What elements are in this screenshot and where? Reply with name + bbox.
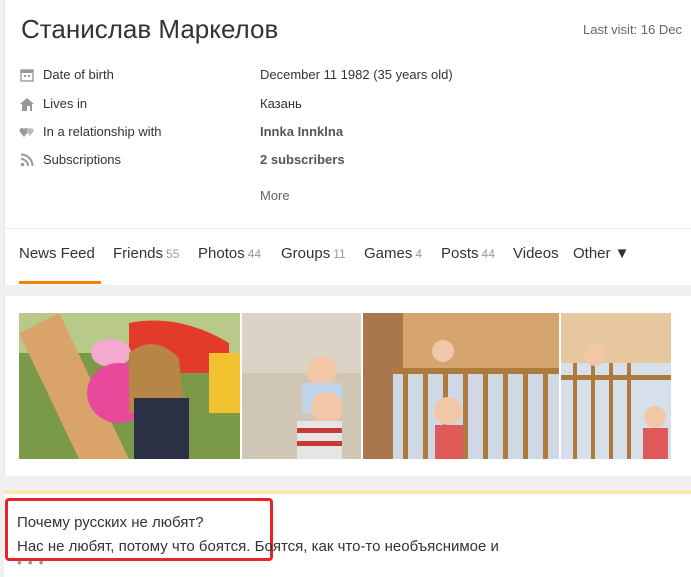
tab-label: Videos <box>513 245 559 262</box>
tab-news-feed[interactable]: News Feed <box>19 245 95 262</box>
tab-posts[interactable]: Posts 44 <box>441 245 495 262</box>
tab-label: Posts <box>441 245 479 262</box>
tab-count: 44 <box>481 247 495 261</box>
photo-thumbnail[interactable] <box>363 313 559 459</box>
post-body: Нас не любят, потому что боятся. Боятся,… <box>17 538 499 555</box>
more-dots-icon[interactable]: • • • <box>17 554 44 570</box>
photo-playground <box>19 313 240 459</box>
subscribers-link[interactable]: 2 subscribers <box>260 152 345 167</box>
tab-count: 11 <box>333 247 346 261</box>
tab-label: Games <box>364 245 413 262</box>
tab-label: Friends <box>113 245 164 262</box>
info-label: Subscriptions <box>43 152 122 167</box>
post-card[interactable]: Почему русских не любят? Нас не любят, п… <box>4 490 691 577</box>
photo-crib-2 <box>561 313 671 459</box>
photo-thumbnail[interactable] <box>561 313 671 459</box>
tab-label: Groups <box>281 245 331 262</box>
photo-crib <box>363 313 559 459</box>
info-label: In a relationship with <box>43 124 162 139</box>
tab-label: News Feed <box>19 245 95 262</box>
photo-thumbnail[interactable] <box>242 313 361 459</box>
tab-label: Other ▼ <box>573 245 630 262</box>
profile-card: Станислав Маркелов Last visit: 16 Dec Da… <box>4 0 691 285</box>
photos-strip <box>4 296 691 476</box>
photo-thumbnail[interactable] <box>19 313 240 459</box>
home-icon <box>20 98 34 111</box>
tab-count: 44 <box>247 247 262 261</box>
calendar-icon <box>20 69 34 82</box>
profile-tabs: News Feed Friends 55 Photos 44 Groups 11 Ga… <box>5 228 691 285</box>
info-value[interactable]: Казань <box>260 96 302 111</box>
last-visit-value: 16 Dec <box>640 22 682 37</box>
tab-label: Photos <box>198 245 245 262</box>
last-visit: Last visit: 16 Dec <box>583 22 682 37</box>
info-row-birth: Date of birth December 11 1982 (35 years… <box>19 66 679 86</box>
tab-groups[interactable]: Groups 11 <box>281 245 346 262</box>
info-row-city: Lives in Казань <box>19 95 679 115</box>
tab-videos[interactable]: Videos <box>513 245 559 262</box>
more-link[interactable]: More <box>260 188 290 203</box>
tab-count: 55 <box>166 247 180 261</box>
info-label: Lives in <box>43 96 88 111</box>
info-value: December 11 1982 (35 years old) <box>260 67 453 82</box>
photo-babies-room <box>242 313 361 459</box>
rss-icon <box>20 153 34 167</box>
info-row-relationship: In a relationship with Innka Innklna <box>19 123 679 143</box>
tab-friends[interactable]: Friends 55 <box>113 245 179 262</box>
info-row-subscriptions: Subscriptions 2 subscribers <box>19 151 679 171</box>
relationship-link[interactable]: Innka Innklna <box>260 124 343 139</box>
tab-other[interactable]: Other ▼ <box>573 245 630 262</box>
tab-photos[interactable]: Photos 44 <box>198 245 261 262</box>
last-visit-label: Last visit: <box>582 22 638 37</box>
active-tab-indicator <box>19 281 101 284</box>
post-title[interactable]: Почему русских не любят? <box>17 514 204 531</box>
profile-name: Станислав Маркелов <box>21 14 279 44</box>
tab-games[interactable]: Games 4 <box>364 245 422 262</box>
tab-count: 4 <box>415 247 423 261</box>
hearts-icon <box>19 128 34 137</box>
info-label: Date of birth <box>43 67 114 82</box>
